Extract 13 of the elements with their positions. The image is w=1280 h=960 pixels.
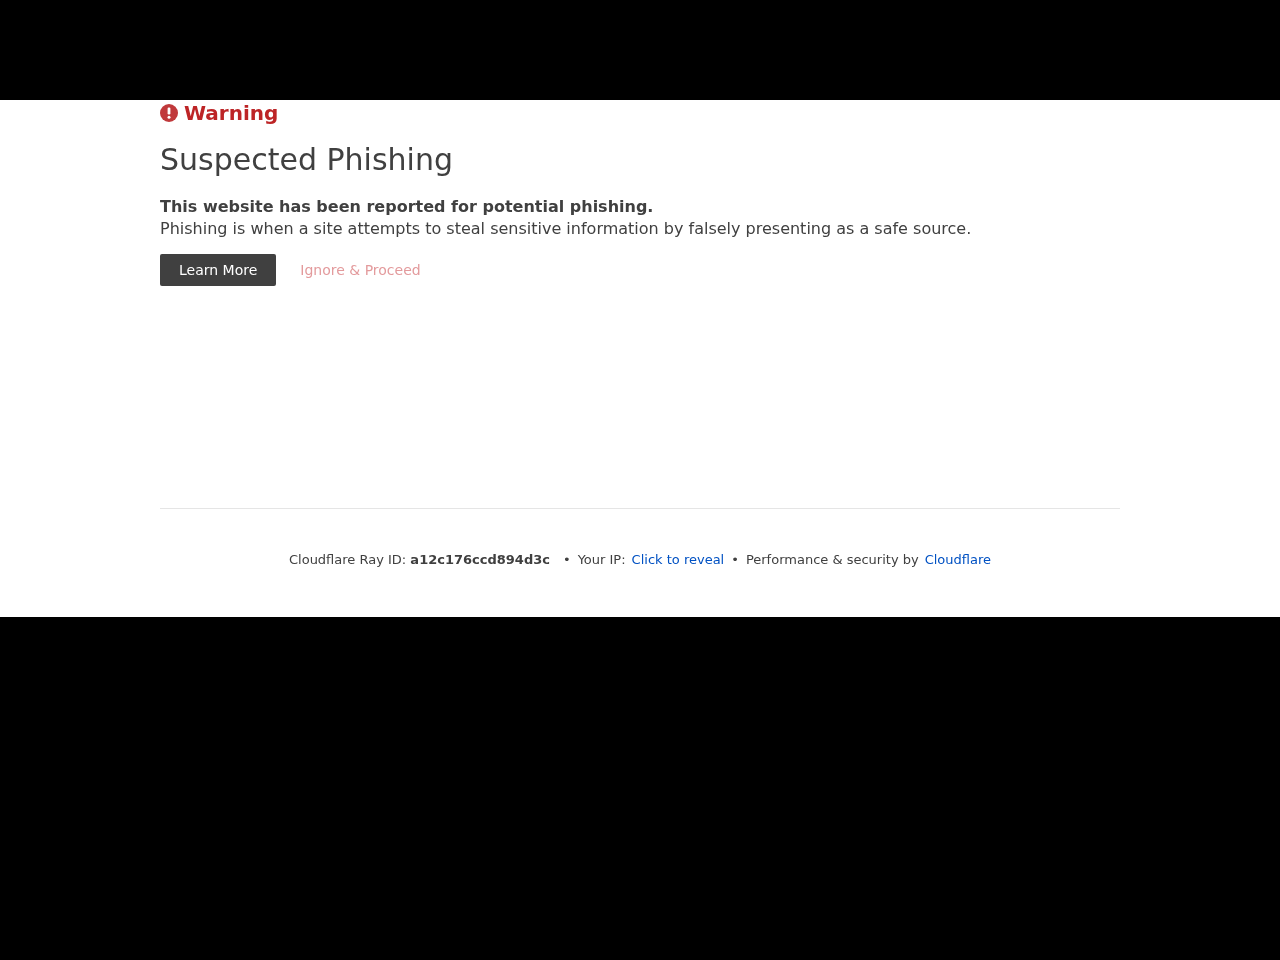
warning-label: Warning [184,100,279,126]
description-text: Phishing is when a site attempts to steal sensitive information by falsely presenting as a safe source. [160,218,972,240]
page-title: Suspected Phishing [160,142,453,178]
footer-link[interactable]: Click to reveal [631,550,725,570]
separator-dot: • [731,551,739,569]
footer-text: Performance & security by [745,551,919,569]
footer-link[interactable]: Cloudflare [924,550,991,570]
warning-icon [160,104,178,122]
footer-text: Your IP: [577,551,626,569]
separator-dot: • [563,551,571,569]
learn-more-button[interactable]: Learn More [160,254,277,286]
footer-text: Cloudflare Ray ID: a12c176ccd894d3c [289,551,550,569]
lead-text: This website has been reported for potential phishing. [160,196,654,218]
